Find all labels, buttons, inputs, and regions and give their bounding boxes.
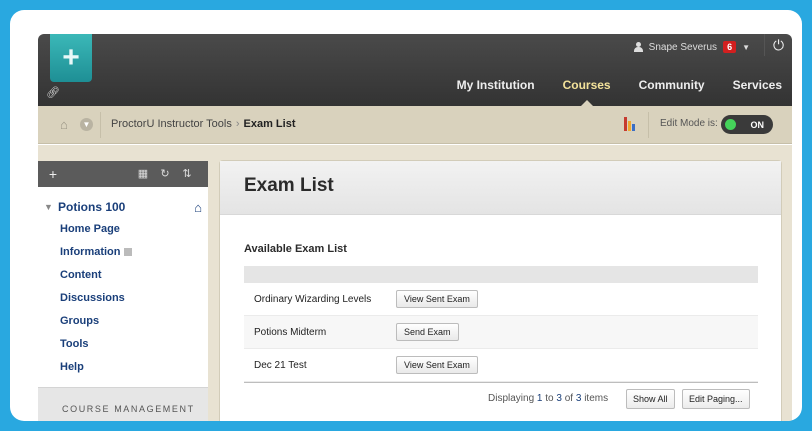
sidebar-item-label[interactable]: Help [60, 361, 84, 373]
sidebar-item-groups[interactable]: Groups [60, 315, 99, 327]
nav-tab-community[interactable]: Community [639, 78, 705, 92]
user-icon [633, 42, 643, 52]
table-row: Potions Midterm Send Exam [244, 316, 758, 349]
page-header: Exam List [220, 161, 781, 215]
bar-chart-icon[interactable] [624, 117, 636, 131]
screenshot-frame: + 🔗︎ Snape Severus 6 ▼ ⏻ My Institution … [10, 10, 802, 421]
sidebar-item-label[interactable]: Groups [60, 315, 99, 327]
content-area-icon [123, 248, 132, 256]
paging-to-word: to [545, 393, 554, 404]
send-exam-button[interactable]: Send Exam [396, 323, 459, 341]
exam-name: Ordinary Wizarding Levels [254, 293, 372, 305]
sidebar-item-help[interactable]: Help [60, 361, 84, 373]
table-header [244, 266, 758, 283]
course-title[interactable]: ▼ Potions 100 ⌂ [44, 197, 204, 217]
plus-icon: + [62, 41, 80, 74]
sidebar-item-information[interactable]: Information [60, 246, 132, 258]
view-sent-exam-button[interactable]: View Sent Exam [396, 356, 478, 374]
blackboard-app: + 🔗︎ Snape Severus 6 ▼ ⏻ My Institution … [38, 34, 792, 421]
breadcrumb: ProctorU Instructor Tools › Exam List [111, 118, 295, 130]
course-menu-toolbar: + ▦ ↻ ⇅ [38, 161, 208, 187]
top-bar: + 🔗︎ Snape Severus 6 ▼ ⏻ My Institution … [38, 34, 792, 106]
paging-to: 3 [556, 393, 562, 404]
home-icon[interactable]: ⌂ [194, 200, 202, 215]
sidebar-item-label[interactable]: Content [60, 269, 102, 281]
divider [100, 112, 101, 138]
exam-table: Ordinary Wizarding Levels View Sent Exam… [244, 266, 758, 412]
sidebar-item-label[interactable]: Tools [60, 338, 89, 350]
course-menu: + ▦ ↻ ⇅ ▼ Potions 100 ⌂ Home Page Inform… [38, 161, 208, 421]
sidebar-item-discussions[interactable]: Discussions [60, 292, 125, 304]
logout-power-icon[interactable]: ⏻ [764, 34, 792, 56]
notification-badge[interactable]: 6 [723, 41, 737, 53]
show-all-button[interactable]: Show All [626, 389, 675, 409]
table-row: Dec 21 Test View Sent Exam [244, 349, 758, 382]
chevron-down-icon[interactable]: ▼ [80, 118, 93, 131]
breadcrumb-item-instructor-tools[interactable]: ProctorU Instructor Tools [111, 118, 232, 130]
course-management-section[interactable]: COURSE MANAGEMENT [38, 387, 208, 421]
exam-name: Dec 21 Test [254, 359, 307, 371]
edit-mode-label: Edit Mode is: [660, 118, 718, 129]
table-row: Ordinary Wizarding Levels View Sent Exam [244, 283, 758, 316]
main-nav: My Institution Courses Community Service… [457, 78, 782, 106]
sidebar-item-label[interactable]: Information [60, 246, 121, 258]
paging-status: Displaying 1 to 3 of 3 items [488, 393, 608, 404]
add-menu-item-icon[interactable]: + [44, 164, 62, 184]
user-menu[interactable]: Snape Severus 6 ▼ [633, 38, 750, 56]
nav-tab-courses[interactable]: Courses [563, 78, 611, 106]
nav-tab-my-institution[interactable]: My Institution [457, 78, 535, 92]
toggle-indicator [725, 119, 736, 130]
sidebar-item-content[interactable]: Content [60, 269, 102, 281]
paging-from: 1 [536, 393, 543, 404]
sidebar-item-label[interactable]: Home Page [60, 223, 120, 235]
edit-paging-button[interactable]: Edit Paging... [682, 389, 750, 409]
sidebar-item-tools[interactable]: Tools [60, 338, 89, 350]
table-footer: Displaying 1 to 3 of 3 items Show All Ed… [244, 382, 758, 412]
folder-icon[interactable]: ▦ [134, 165, 152, 183]
breadcrumb-bar: ⌂ ▼ ProctorU Instructor Tools › Exam Lis… [38, 106, 792, 144]
logo[interactable]: + [50, 34, 92, 82]
sidebar-item-home-page[interactable]: Home Page [60, 223, 120, 235]
user-name[interactable]: Snape Severus [649, 42, 717, 53]
breadcrumb-separator: › [235, 118, 240, 130]
home-icon[interactable]: ⌂ [60, 118, 76, 132]
collapse-triangle-icon[interactable]: ▼ [44, 202, 58, 212]
paging-total: 3 [575, 393, 582, 404]
link-icon[interactable]: 🔗︎ [46, 86, 60, 99]
course-name[interactable]: Potions 100 [58, 200, 125, 214]
paging-prefix: Displaying [488, 393, 535, 404]
nav-tab-services[interactable]: Services [733, 78, 782, 92]
toggle-state: ON [750, 119, 765, 130]
view-sent-exam-button[interactable]: View Sent Exam [396, 290, 478, 308]
breadcrumb-item-exam-list: Exam List [243, 118, 296, 130]
sidebar-item-label[interactable]: Discussions [60, 292, 125, 304]
paging-suffix: items [584, 393, 609, 404]
paging-of-word: of [564, 393, 574, 404]
main-content-panel: Exam List Available Exam List Ordinary W… [219, 160, 782, 421]
reorder-icon[interactable]: ⇅ [178, 165, 196, 183]
exam-name: Potions Midterm [254, 326, 327, 338]
refresh-icon[interactable]: ↻ [156, 165, 174, 183]
course-management-label: COURSE MANAGEMENT [62, 404, 195, 414]
page-title: Exam List [244, 175, 334, 196]
divider [648, 112, 649, 138]
edit-mode-toggle[interactable]: ON [721, 115, 773, 134]
chevron-down-icon[interactable]: ▼ [742, 43, 750, 52]
section-title: Available Exam List [244, 243, 347, 255]
